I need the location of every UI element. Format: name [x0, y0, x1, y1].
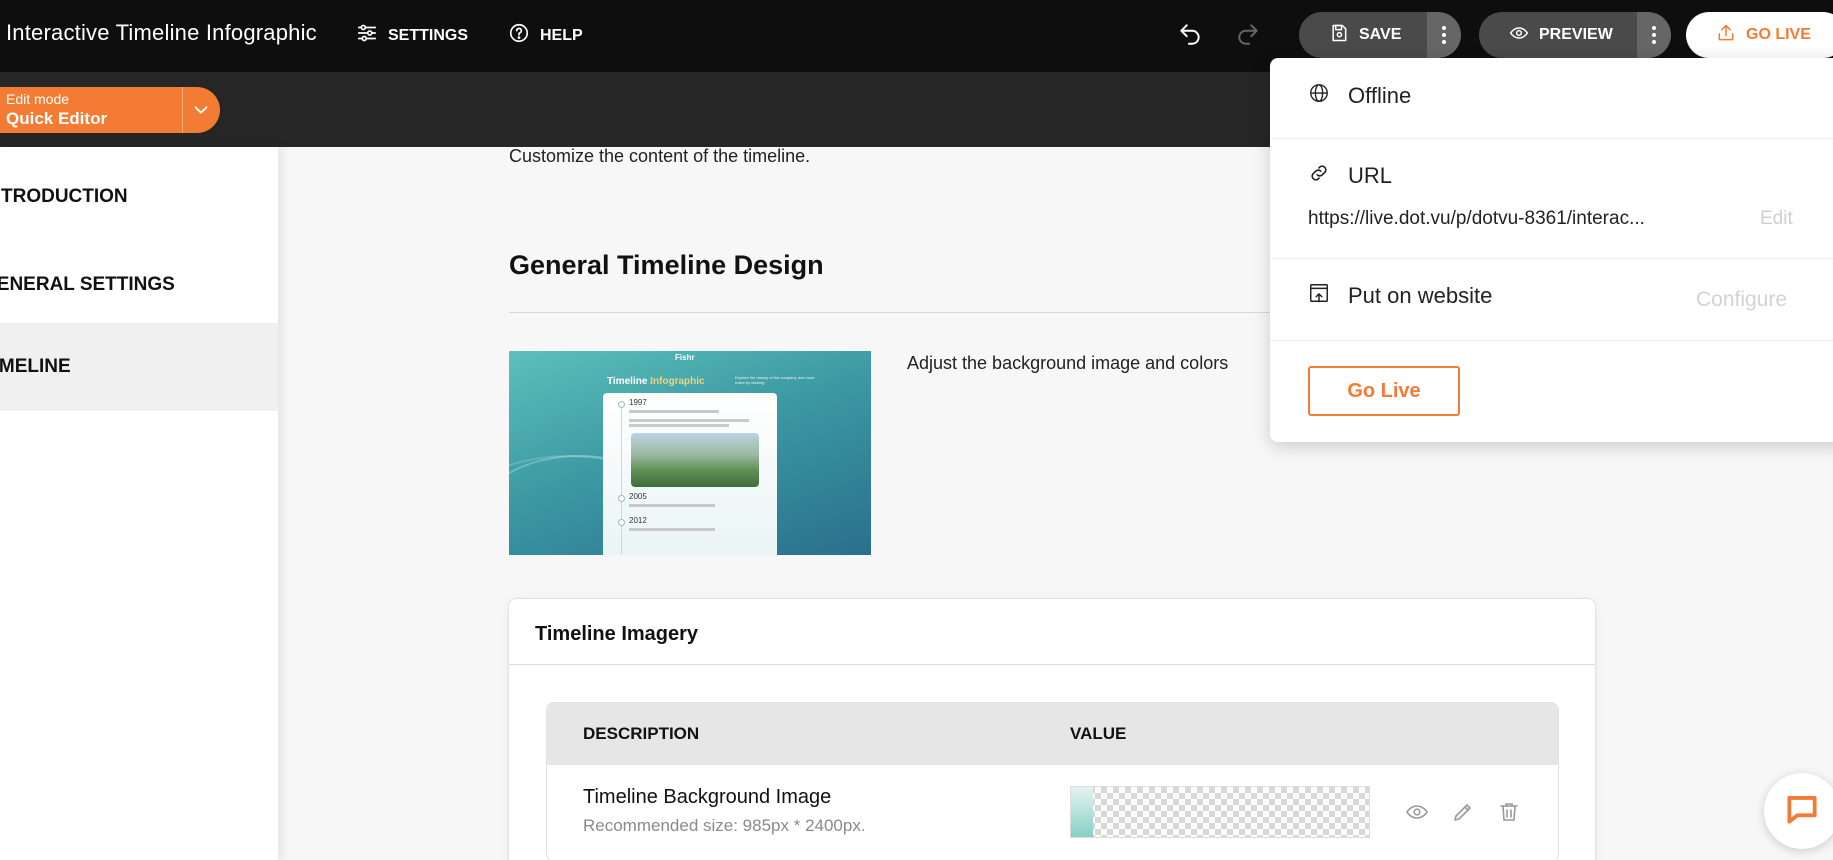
sidebar: INTRODUCTION GENERAL SETTINGS TIMELINE [0, 147, 278, 860]
table-header: DESCRIPTION VALUE [547, 703, 1558, 765]
intro-text: Customize the content of the timeline. [509, 146, 811, 166]
edit-mode-value: Quick Editor [6, 109, 108, 128]
thumbnail-subtitle: Explore the history of the company and m… [735, 375, 815, 385]
image-swatch [1071, 787, 1093, 837]
status-row: Offline [1308, 82, 1411, 110]
dropdown-divider [1270, 258, 1833, 259]
help-circle-icon [508, 22, 530, 49]
sidebar-item-label: GENERAL SETTINGS [0, 274, 175, 295]
thumbnail-dot [618, 401, 625, 408]
eye-icon[interactable] [1405, 800, 1429, 824]
settings-label: SETTINGS [388, 26, 469, 44]
url-row: URL [1308, 162, 1392, 190]
settings-button[interactable]: SETTINGS [356, 22, 468, 49]
thumbnail-timeline-line [621, 405, 622, 555]
upload-icon [1716, 23, 1736, 48]
chevron-down-icon [190, 99, 212, 121]
save-button[interactable]: SAVE [1299, 12, 1428, 58]
save-more-button[interactable] [1427, 12, 1462, 58]
save-label: SAVE [1359, 26, 1402, 43]
pencil-icon[interactable] [1451, 800, 1475, 824]
trash-icon[interactable] [1497, 800, 1521, 824]
thumbnail-title-plain: Timeline [607, 376, 651, 387]
go-live-dropdown: Offline URL https://live.dot.vu/p/dotvu-… [1270, 58, 1833, 442]
chat-button[interactable] [1764, 773, 1833, 849]
edit-mode-divider [182, 87, 183, 133]
undo-icon [1177, 21, 1203, 52]
image-value-preview[interactable] [1070, 786, 1370, 838]
settings-sliders-icon [356, 22, 378, 49]
preview-label: PREVIEW [1539, 26, 1613, 43]
edit-mode-caption: Edit mode [6, 91, 70, 107]
link-icon [1308, 162, 1330, 190]
thumbnail-card: 1997 2005 2012 [603, 393, 777, 555]
url-label: URL [1348, 163, 1393, 188]
thumbnail-text-line [629, 419, 749, 422]
undo-button[interactable] [1174, 20, 1206, 52]
thumbnail-title-highlight: Infographic [650, 376, 705, 387]
url-value[interactable]: https://live.dot.vu/p/dotvu-8361/interac… [1308, 208, 1645, 230]
eye-icon [1509, 23, 1529, 48]
thumbnail-text-line [629, 528, 715, 531]
thumbnail-dot [618, 519, 625, 526]
preview-more-button[interactable] [1636, 12, 1671, 58]
put-on-website-label: Put on website [1348, 283, 1493, 308]
edit-mode-selector[interactable]: Edit mode Quick Editor [0, 87, 220, 133]
imagery-divider [509, 664, 1595, 665]
status-label: Offline [1348, 83, 1412, 108]
redo-button[interactable] [1232, 20, 1264, 52]
redo-icon [1235, 21, 1261, 52]
thumbnail-year: 1997 [629, 398, 647, 407]
thumbnail-text-line [629, 504, 715, 507]
preview-button[interactable]: PREVIEW [1479, 12, 1637, 58]
thumbnail-logo: Fishr [675, 353, 695, 362]
thumbnail-year: 2005 [629, 492, 647, 501]
save-icon [1329, 23, 1349, 48]
chat-icon [1783, 790, 1821, 833]
sidebar-item-introduction[interactable]: INTRODUCTION [0, 153, 278, 241]
column-header-value: VALUE [1070, 724, 1127, 743]
sidebar-item-label: INTRODUCTION [0, 186, 128, 207]
url-edit-link[interactable]: Edit [1760, 208, 1793, 230]
section-title: General Timeline Design [509, 250, 824, 280]
globe-icon [1308, 82, 1330, 110]
row-description: Recommended size: 985px * 2400px. [583, 816, 866, 835]
configure-link[interactable]: Configure [1696, 288, 1787, 312]
timeline-imagery-card: Timeline Imagery DESCRIPTION VALUE Timel… [508, 598, 1596, 860]
help-button[interactable]: HELP [508, 22, 583, 49]
column-header-description: DESCRIPTION [583, 724, 700, 743]
row-name: Timeline Background Image [583, 786, 832, 808]
sidebar-item-timeline[interactable]: TIMELINE [0, 323, 278, 411]
thumbnail-year: 2012 [629, 516, 647, 525]
help-label: HELP [540, 26, 583, 44]
adjust-description: Adjust the background image and colors [907, 353, 1229, 373]
more-vertical-icon [1651, 26, 1656, 44]
thumbnail-text-line [629, 410, 719, 413]
design-preview-thumbnail[interactable]: Fishr Timeline Infographic Explore the h… [509, 351, 871, 555]
app-title: Interactive Timeline Infographic [6, 20, 317, 45]
preview-group: PREVIEW [1479, 12, 1671, 58]
imagery-table: DESCRIPTION VALUE Timeline Background Im… [546, 702, 1559, 860]
go-live-button[interactable]: GO LIVE [1686, 12, 1833, 58]
save-group: SAVE [1299, 12, 1462, 58]
thumbnail-photo [631, 433, 759, 487]
go-live-label: GO LIVE [1746, 26, 1811, 43]
imagery-title: Timeline Imagery [535, 623, 699, 645]
thumbnail-title: Timeline Infographic [607, 376, 705, 387]
sidebar-item-general-settings[interactable]: GENERAL SETTINGS [0, 241, 278, 329]
embed-icon [1308, 282, 1330, 310]
sidebar-item-label: TIMELINE [0, 356, 71, 377]
thumbnail-text-line [629, 424, 729, 427]
dropdown-divider [1270, 138, 1833, 139]
put-on-website-row: Put on website [1308, 282, 1492, 310]
dropdown-go-live-button[interactable]: Go Live [1308, 366, 1460, 416]
thumbnail-dot [618, 495, 625, 502]
dropdown-divider [1270, 340, 1833, 341]
more-vertical-icon [1442, 26, 1447, 44]
